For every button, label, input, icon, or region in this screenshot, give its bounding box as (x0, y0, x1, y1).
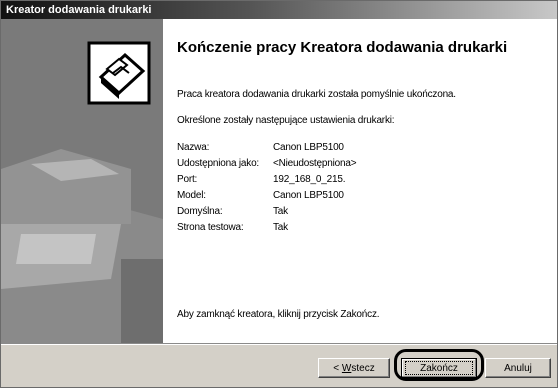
wizard-content: Kończenie pracy Kreatora dodawania druka… (163, 19, 557, 343)
setting-row-test-page: Strona testowa: Tak (177, 220, 356, 236)
setting-row-shared: Udostępniona jako: <Nieudostępniona> (177, 156, 357, 172)
cancel-button[interactable]: Anuluj (485, 358, 551, 378)
title-bar: Kreator dodawania drukarki (1, 1, 557, 19)
back-prefix: < (333, 363, 342, 374)
wizard-side-panel (1, 19, 163, 343)
settings-list: Nazwa: Canon LBP5100 Udostępniona jako: <N… (177, 140, 357, 236)
setting-label: Port: (177, 174, 198, 185)
back-accelerator: W (341, 363, 352, 374)
printer-illustration (1, 41, 163, 343)
setting-value: <Nieudostępniona> (273, 158, 357, 169)
setting-value: Canon LBP5100 (273, 142, 344, 153)
setting-row-port: Port: 192_168_0_215. (177, 172, 356, 188)
page-title: Kończenie pracy Kreatora dodawania druka… (177, 39, 508, 56)
printer-wizard-icon (87, 41, 151, 105)
setting-value: Tak (273, 222, 288, 233)
cancel-label: Anuluj (504, 363, 532, 374)
wizard-window: Kreator dodawania drukarki Kończenie pra… (0, 0, 558, 388)
window-title: Kreator dodawania drukarki (6, 4, 152, 16)
setting-label: Udostępniona jako: (177, 158, 260, 169)
setting-row-model: Model: Canon LBP5100 (177, 188, 356, 204)
setting-label: Strona testowa: (177, 222, 244, 233)
success-text: Praca kreatora dodawania drukarki został… (177, 89, 456, 100)
setting-label: Nazwa: (177, 142, 210, 153)
finish-button-highlight (394, 349, 484, 381)
setting-label: Domyślna: (177, 206, 223, 217)
back-label-rest: stecz (351, 363, 375, 374)
back-button[interactable]: < Wstecz (318, 358, 390, 378)
setting-row-name: Nazwa: Canon LBP5100 (177, 140, 356, 156)
setting-value: Canon LBP5100 (273, 190, 344, 201)
setting-label: Model: (177, 190, 206, 201)
setting-value: Tak (273, 206, 288, 217)
close-hint: Aby zamknąć kreatora, kliknij przycisk Z… (177, 309, 380, 320)
settings-intro: Określone zostały następujące ustawienia… (177, 115, 395, 126)
setting-value: 192_168_0_215. (273, 174, 346, 185)
setting-row-default: Domyślna: Tak (177, 204, 356, 220)
